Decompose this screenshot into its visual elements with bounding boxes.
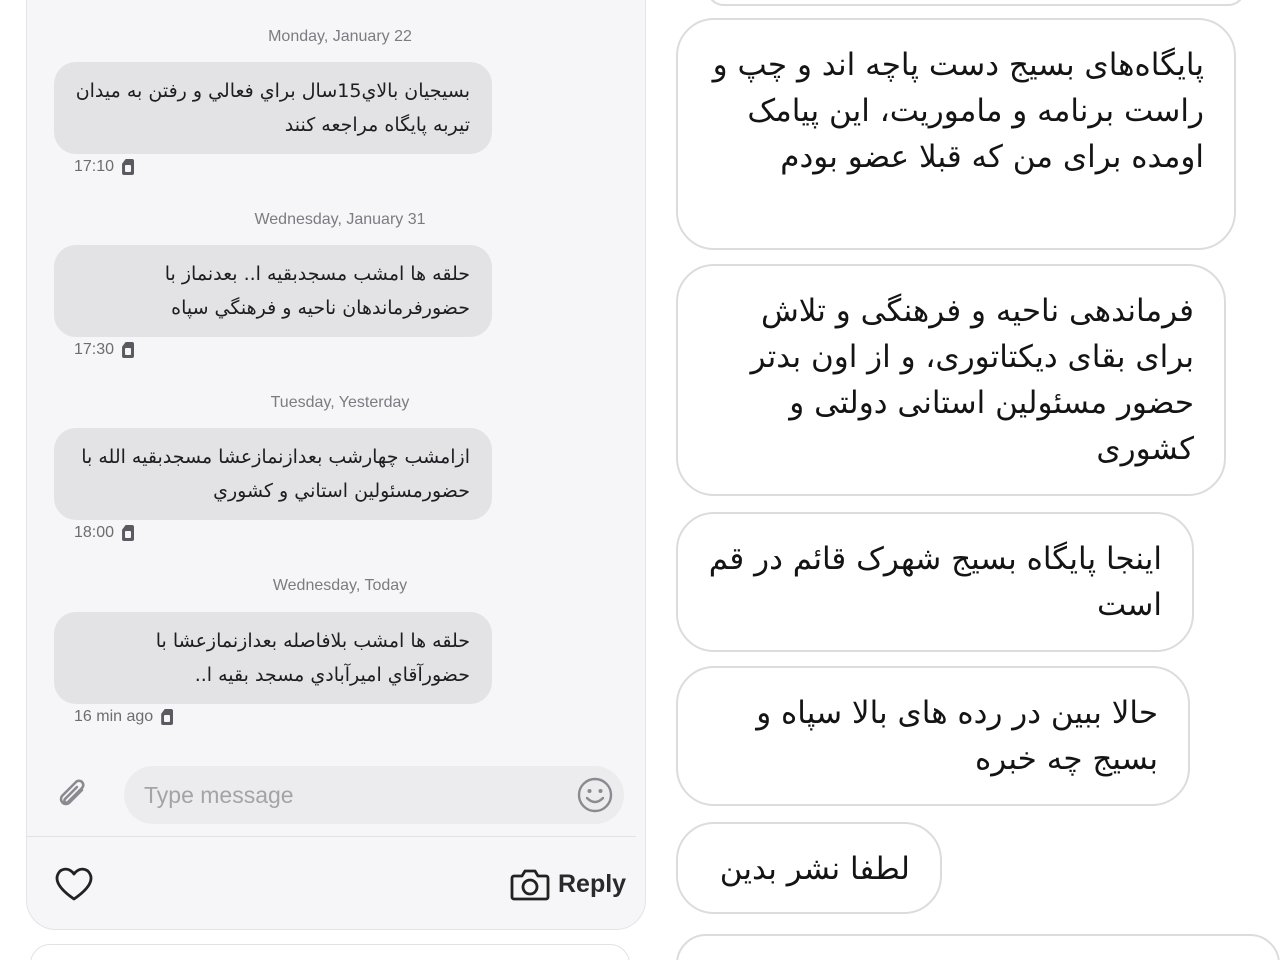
next-post-card-edge [30,944,630,960]
dm-message-text: فرماندهی ناحیه و فرهنگی و تلاش برای بقای… [750,293,1194,467]
sms-time-text: 17:30 [74,341,115,358]
divider [26,836,636,837]
sms-message-bubble[interactable]: حلقه ها امشب بلافاصله بعدازنمازعشا با حض… [54,612,492,704]
sms-message-text: حلقه ها امشب مسجدبقيه ا.. بعدنماز با حضو… [164,263,470,319]
dm-message-text: لطفا نشر بدین [719,851,910,887]
sms-message-bubble[interactable]: بسيجيان بالاي15سال براي فعالي و رفتن به … [54,62,492,154]
previous-message-bubble-edge [706,0,1246,6]
dm-thread-panel: پایگاه‌های بسیج دست پاچه اند و چپ و راست… [650,0,1280,960]
reply-label: Reply [558,869,627,898]
sms-message-bubble[interactable]: ازامشب چهارشب بعدازنمازعشا مسجدبقيه الله… [54,428,492,520]
sms-time-text: 18:00 [74,524,115,541]
dm-message-text: اینجا پایگاه بسیج شهرک قائم در قم است [708,541,1162,623]
sms-message-text: حلقه ها امشب بلافاصله بعدازنمازعشا با حض… [155,630,470,686]
sms-message-bubble[interactable]: حلقه ها امشب مسجدبقيه ا.. بعدنماز با حضو… [54,245,492,337]
sim-card-icon [122,342,135,358]
next-message-bubble-edge [676,934,1280,960]
dm-message-text: حالا ببین در رده های بالا سپاه و بسیج چه… [756,695,1158,777]
dm-message-bubble[interactable]: حالا ببین در رده های بالا سپاه و بسیج چه… [676,666,1190,806]
date-divider: Tuesday, Yesterday [270,394,410,411]
message-composer [54,766,634,826]
sim-card-icon [122,159,135,175]
sms-time-text: 16 min ago [74,708,154,725]
paperclip-icon[interactable] [54,776,94,816]
heart-icon[interactable] [52,862,96,906]
date-divider: Wednesday, Today [272,577,408,594]
reply-button[interactable]: Reply [510,862,626,906]
message-input[interactable] [124,766,624,824]
sms-timestamp: 17:30 [74,341,135,359]
sms-message-text: ازامشب چهارشب بعدازنمازعشا مسجدبقيه الله… [81,446,470,502]
camera-icon [510,869,550,901]
sms-timestamp: 16 min ago [74,708,174,726]
dm-message-bubble[interactable]: لطفا نشر بدین [676,822,942,914]
sim-card-icon [122,525,135,541]
sms-message-text: بسيجيان بالاي15سال براي فعالي و رفتن به … [75,80,470,136]
dm-message-text: پایگاه‌های بسیج دست پاچه اند و چپ و راست… [712,47,1204,175]
dm-message-bubble[interactable]: فرماندهی ناحیه و فرهنگی و تلاش برای بقای… [676,264,1226,496]
date-divider: Monday, January 22 [268,28,412,45]
dm-message-bubble[interactable]: پایگاه‌های بسیج دست پاچه اند و چپ و راست… [676,18,1236,250]
dm-message-bubble[interactable]: اینجا پایگاه بسیج شهرک قائم در قم است [676,512,1194,652]
date-divider: Wednesday, January 31 [254,211,426,228]
emoji-icon[interactable] [576,776,614,814]
sms-timestamp: 18:00 [74,524,135,542]
sim-card-icon [161,709,174,725]
sms-time-text: 17:10 [74,158,115,175]
sms-timestamp: 17:10 [74,158,135,176]
